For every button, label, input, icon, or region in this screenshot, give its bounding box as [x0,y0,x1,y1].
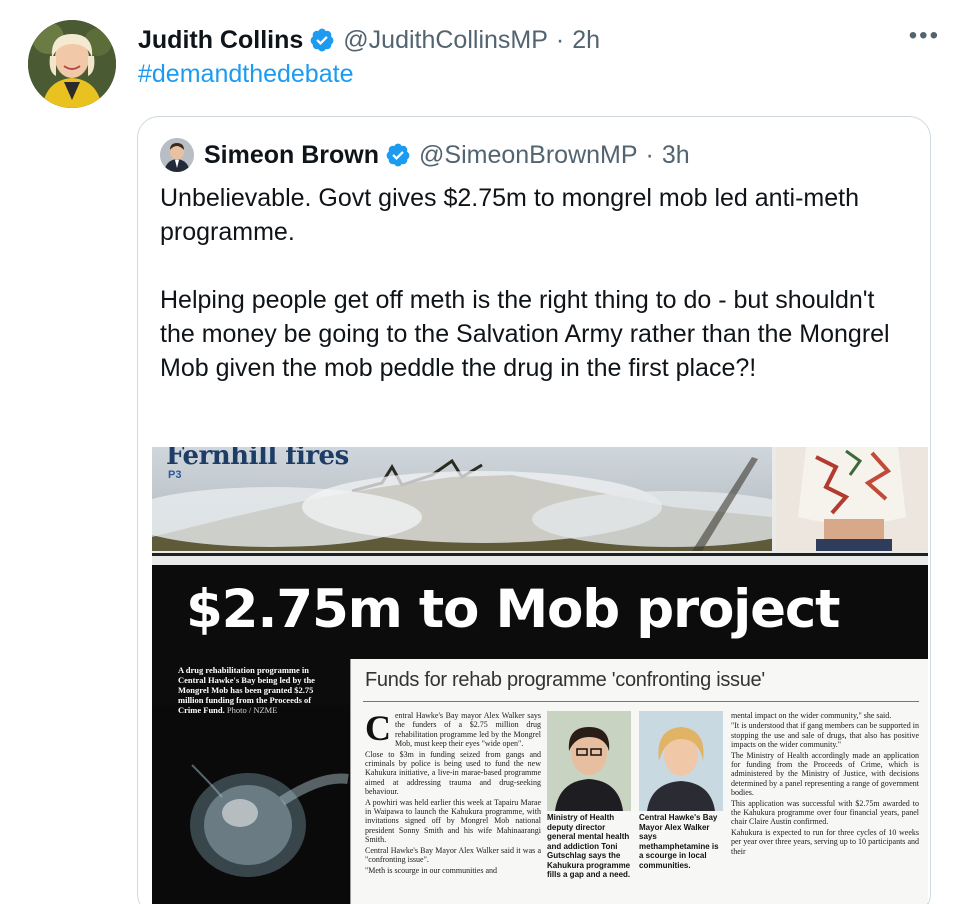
column-paragraph: Central Hawke's Bay Mayor Alex Walker sa… [365,845,541,865]
article-body: Funds for rehab programme 'confronting i… [350,659,928,904]
column-paragraph: mental impact on the wider community," s… [731,711,892,720]
health-official-caption: Ministry of Health deputy director gener… [547,813,631,879]
photo-caption: A drug rehabilitation programme in Centr… [178,665,324,715]
separator-dot: · [555,25,565,54]
verified-badge-icon [385,142,411,168]
quoted-tweet-text: Unbelievable. Govt gives $2.75m to mongr… [160,181,910,419]
dropcap: C [365,711,391,748]
article-column-1: C entral Hawke's Bay mayor Alex Walker s… [365,711,541,904]
quoted-tweet-card[interactable]: Simeon Brown @SimeonBrownMP · 3h Unbelie… [137,116,931,904]
quoted-author-avatar [160,138,194,172]
photo-credit: Photo / NZME [226,705,278,715]
quoted-tweet-timestamp: 3h [661,140,690,169]
column-paragraph: The Ministry of Health accordingly made … [731,750,919,798]
top-headline: Fernhill fires [166,447,349,471]
health-official-photo [547,711,631,811]
separator-dot: · [645,140,654,169]
fire-photo: Fernhill fires P3 [152,447,772,551]
newspaper-headline: $2.75m to Mob project [186,579,840,640]
mayor-caption: Central Hawke's Bay Mayor Alex Walker sa… [639,813,719,870]
column-paragraph: entral Hawke's Bay mayor Alex Walker say… [395,711,541,749]
quoted-author-handle: @SimeonBrownMP [419,140,638,169]
hashtag-link[interactable]: #demandthedebate [138,60,353,89]
verified-badge-icon [309,27,335,53]
more-options-icon[interactable]: ••• [909,22,940,50]
fashion-photo [776,447,928,551]
newspaper-clipping-image[interactable]: Fernhill fires P3 $2.75m to Mob project … [152,447,928,904]
quoted-author-name: Simeon Brown [204,140,380,169]
column-paragraph: "It is understood that if gang members c… [731,721,919,750]
article-column-3: mental impact on the wider community," s… [731,711,919,904]
subheadline-rule [363,701,919,702]
column-paragraph: "Meth is scourge in our communities and [365,865,497,875]
column-paragraph: A powhiri was held earlier this week at … [365,797,541,845]
author-avatar[interactable] [28,20,116,108]
quoted-tweet-paragraph: Helping people get off meth is the right… [160,286,890,382]
quoted-tweet-paragraph: Unbelievable. Govt gives $2.75m to mongr… [160,184,859,246]
column-paragraph: Kahukura is expected to run for three cy… [731,827,919,856]
page-rule [152,553,928,556]
tweet-header: Judith Collins @JudithCollinsMP · 2h ••• [138,22,940,58]
article-subheadline: Funds for rehab programme 'confronting i… [365,669,765,691]
page-ref: P3 [168,469,182,481]
author-handle[interactable]: @JudithCollinsMP [343,26,548,55]
column-paragraph: Close to $3m in funding seized from gang… [365,749,541,797]
tweet-timestamp[interactable]: 2h [572,26,600,55]
column-paragraph: This application was successful with $2.… [731,798,919,827]
author-name[interactable]: Judith Collins [138,26,303,55]
mayor-photo [639,711,723,811]
quoted-tweet-header: Simeon Brown @SimeonBrownMP · 3h [160,137,690,173]
